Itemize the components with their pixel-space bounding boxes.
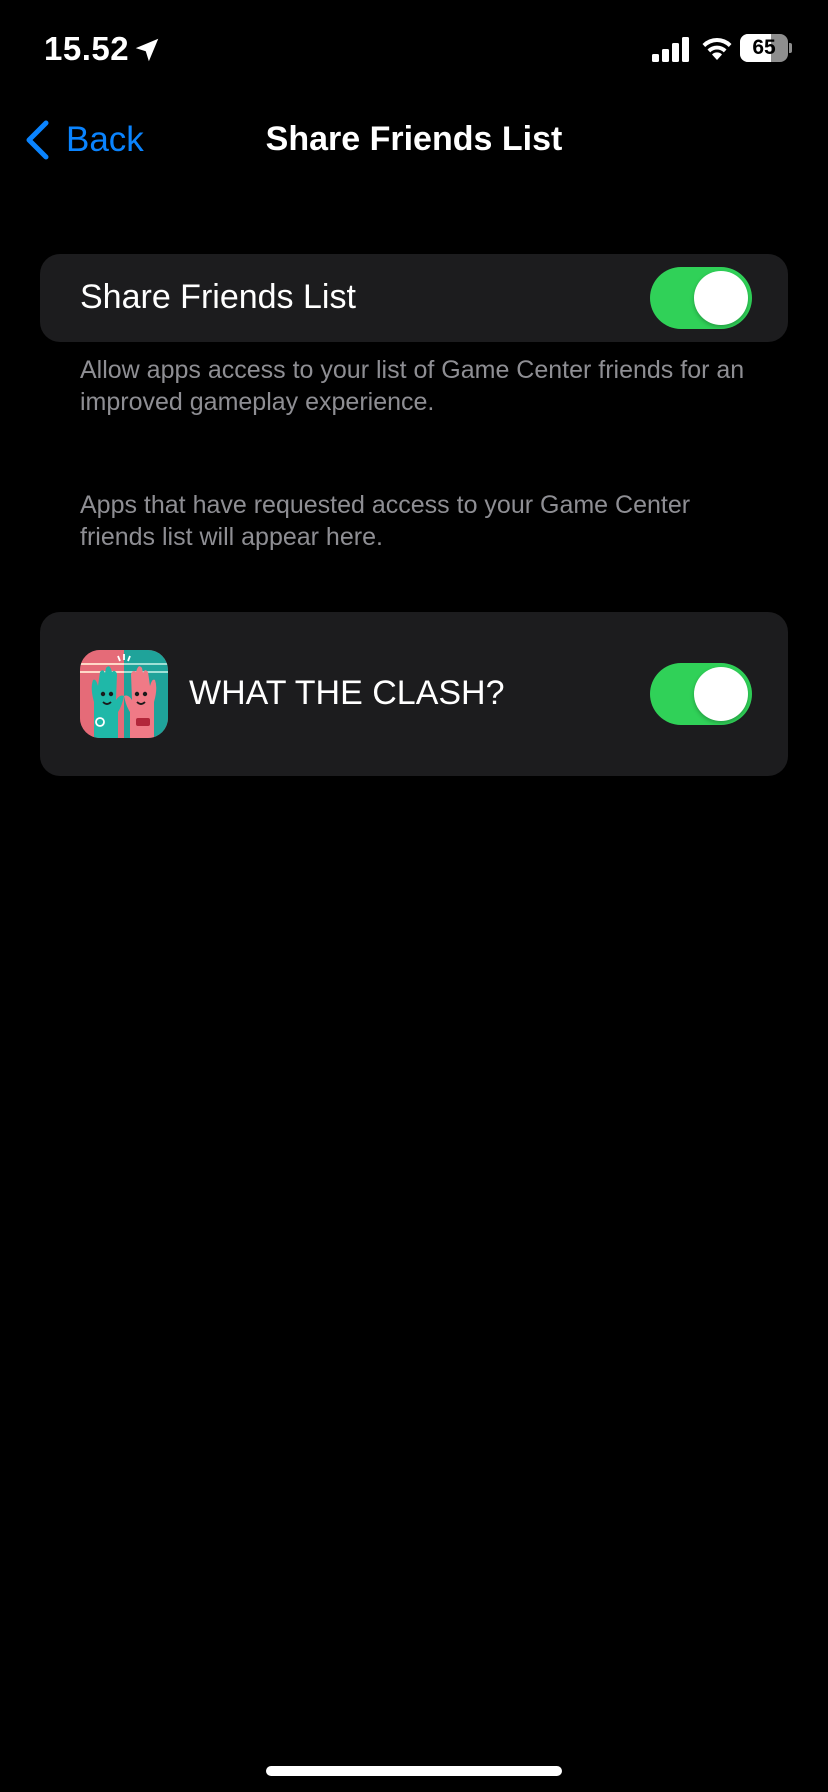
wifi-icon: [702, 37, 732, 60]
navigation-bar: Back Share Friends List: [0, 100, 828, 180]
share-friends-list-row: Share Friends List: [40, 254, 788, 342]
what-the-clash-app-icon: [80, 650, 168, 738]
battery-percent-label: 65: [752, 36, 776, 59]
apps-section-description: Apps that have requested access to your …: [80, 491, 691, 551]
home-indicator: [266, 1766, 562, 1776]
page-title: Share Friends List: [265, 120, 563, 158]
battery-icon: 65: [740, 34, 792, 62]
location-arrow-icon: [135, 38, 159, 62]
status-bar: 15.52 65: [0, 0, 828, 100]
app-access-toggle[interactable]: [650, 663, 752, 725]
cellular-signal-icon: [652, 37, 689, 62]
share-friends-list-toggle[interactable]: [650, 267, 752, 329]
app-list-item: WHAT THE CLASH?: [40, 612, 788, 776]
share-friends-list-label: Share Friends List: [80, 278, 356, 316]
share-friends-list-description: Allow apps access to your list of Game C…: [80, 356, 745, 416]
app-name-label: WHAT THE CLASH?: [189, 674, 505, 712]
status-time: 15.52: [44, 30, 130, 67]
toggle-knob: [694, 667, 748, 721]
toggle-knob: [694, 271, 748, 325]
